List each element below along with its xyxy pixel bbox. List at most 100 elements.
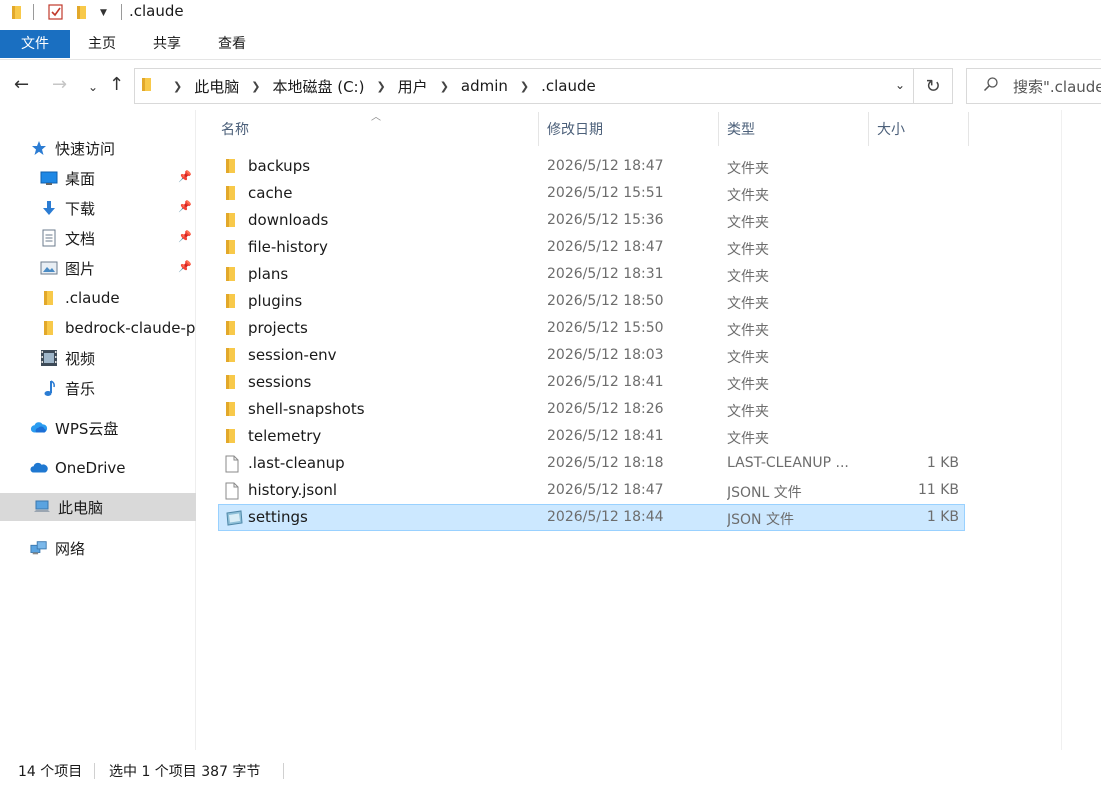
chevron-right-icon[interactable]: ❯ [376,80,385,93]
file-date: 2026/5/12 18:44 [547,509,664,525]
folder-icon [224,293,238,313]
file-type: 文件夹 [727,323,769,339]
column-header-name[interactable]: 名称 [221,112,538,146]
search-input[interactable]: 搜索".claude" [966,68,1101,104]
chevron-right-icon[interactable]: ❯ [440,80,449,93]
folder-icon [224,239,238,259]
sidebar-item-label: OneDrive [55,459,126,477]
sidebar-item-claude[interactable]: .claude [40,284,196,312]
chevron-right-icon[interactable]: ❯ [173,80,182,93]
pin-icon[interactable]: 📌 [178,230,192,243]
sidebar-item-wps-cloud[interactable]: WPS云盘 [30,414,196,442]
column-header-date[interactable]: 修改日期 [547,112,717,146]
file-size: 1 KB [926,509,959,525]
file-icon [224,482,240,504]
file-date: 2026/5/12 18:41 [547,428,664,444]
list-item[interactable]: .last-cleanup 2026/5/12 18:18 LAST-CLEAN… [218,450,965,477]
pin-icon[interactable]: 📌 [178,260,192,273]
folder-icon [224,428,238,448]
list-item[interactable]: plans 2026/5/12 18:31 文件夹 [218,261,965,288]
folder-icon[interactable] [11,4,25,24]
column-divider[interactable] [968,112,969,146]
list-item[interactable]: history.jsonl 2026/5/12 18:47 JSONL 文件 1… [218,477,965,504]
sidebar-item-label: 视频 [65,349,96,368]
column-header-label: 大小 [877,122,905,138]
file-type: 文件夹 [727,242,769,258]
sidebar-item-documents[interactable]: 文档 📌 [40,224,196,252]
sidebar-item-label: 桌面 [65,169,96,188]
breadcrumb-admin[interactable]: admin [461,77,508,95]
column-divider[interactable] [718,112,719,146]
sidebar-item-pictures[interactable]: 图片 📌 [40,254,196,282]
column-header-size[interactable]: 大小 [877,112,967,146]
up-arrow-icon[interactable]: ↑ [109,76,124,94]
breadcrumb-this-pc[interactable]: 此电脑 [194,76,239,97]
file-name: cache [248,184,293,202]
list-item[interactable]: session-env 2026/5/12 18:03 文件夹 [218,342,965,369]
file-name: settings [248,508,308,526]
column-header-type[interactable]: 类型 [727,112,867,146]
column-divider[interactable] [868,112,869,146]
divider [33,4,34,20]
file-name: .last-cleanup [248,454,345,472]
chevron-right-icon[interactable]: ❯ [520,80,529,93]
list-item[interactable]: telemetry 2026/5/12 18:41 文件夹 [218,423,965,450]
column-divider[interactable] [538,112,539,146]
sidebar-item-music[interactable]: 音乐 [40,374,196,402]
address-history-dropdown-icon[interactable]: ⌄ [895,78,905,92]
tab-view[interactable]: 查看 [210,30,254,58]
pictures-icon [40,259,58,277]
list-item[interactable]: downloads 2026/5/12 15:36 文件夹 [218,207,965,234]
window-title: .claude [129,2,184,20]
file-date: 2026/5/12 15:36 [547,212,664,228]
sidebar-item-bedrock-claude[interactable]: bedrock-claude-p [40,314,196,342]
file-date: 2026/5/12 18:47 [547,239,664,255]
new-folder-icon[interactable] [76,4,90,24]
sidebar-item-quick-access[interactable]: 快速访问 [30,134,196,162]
file-type: 文件夹 [727,161,769,177]
sidebar-item-network[interactable]: 网络 [30,534,196,562]
breadcrumb-local-disk[interactable]: 本地磁盘 (C:) [272,76,364,97]
ribbon-tabs: 文件 主页 共享 查看 [0,30,1101,60]
recent-locations-chevron-icon[interactable]: ⌄ [88,78,98,96]
sidebar-item-desktop[interactable]: 桌面 📌 [40,164,196,192]
customize-toolbar-dropdown-icon[interactable]: ▼ [100,8,107,18]
document-icon [40,229,58,247]
address-bar[interactable]: ❯ 此电脑 ❯ 本地磁盘 (C:) ❯ 用户 ❯ admin ❯ .claude… [134,68,914,104]
chevron-right-icon[interactable]: ❯ [251,80,260,93]
sidebar-item-label: 下载 [65,199,96,218]
search-placeholder: 搜索".claude" [1013,77,1101,96]
properties-icon[interactable] [48,4,64,24]
list-item[interactable]: cache 2026/5/12 15:51 文件夹 [218,180,965,207]
sidebar-item-downloads[interactable]: 下载 📌 [40,194,196,222]
list-item[interactable]: file-history 2026/5/12 18:47 文件夹 [218,234,965,261]
breadcrumb-users[interactable]: 用户 [398,76,428,97]
file-date: 2026/5/12 18:41 [547,374,664,390]
tab-file[interactable]: 文件 [0,30,70,58]
list-item[interactable]: shell-snapshots 2026/5/12 18:26 文件夹 [218,396,965,423]
sidebar-item-onedrive[interactable]: OneDrive [30,454,196,482]
pin-icon[interactable]: 📌 [178,200,192,213]
file-name: file-history [248,238,328,256]
refresh-button[interactable]: ↻ [914,68,953,104]
file-type: LAST-CLEANUP ... [727,455,849,471]
list-item[interactable]: sessions 2026/5/12 18:41 文件夹 [218,369,965,396]
folder-icon [224,158,238,178]
file-date: 2026/5/12 18:18 [547,455,664,471]
sidebar-item-videos[interactable]: 视频 [40,344,196,372]
folder-icon [40,319,58,337]
tab-share[interactable]: 共享 [145,30,189,58]
back-arrow-icon[interactable]: ← [14,76,29,94]
navigation-pane: 快速访问 桌面 📌 下载 📌 文档 📌 图片 📌 .claude bedrock… [0,110,196,750]
file-date: 2026/5/12 15:51 [547,185,664,201]
list-item[interactable]: plugins 2026/5/12 18:50 文件夹 [218,288,965,315]
list-item[interactable]: backups 2026/5/12 18:47 文件夹 [218,153,965,180]
sidebar-item-this-pc[interactable]: 此电脑 [0,493,196,521]
list-item-selected[interactable]: settings 2026/5/12 18:44 JSON 文件 1 KB [218,504,965,531]
breadcrumb-claude[interactable]: .claude [541,77,596,95]
list-item[interactable]: projects 2026/5/12 15:50 文件夹 [218,315,965,342]
file-type: 文件夹 [727,377,769,393]
forward-arrow-icon[interactable]: → [52,76,67,94]
tab-home[interactable]: 主页 [80,30,124,58]
pin-icon[interactable]: 📌 [178,170,192,183]
